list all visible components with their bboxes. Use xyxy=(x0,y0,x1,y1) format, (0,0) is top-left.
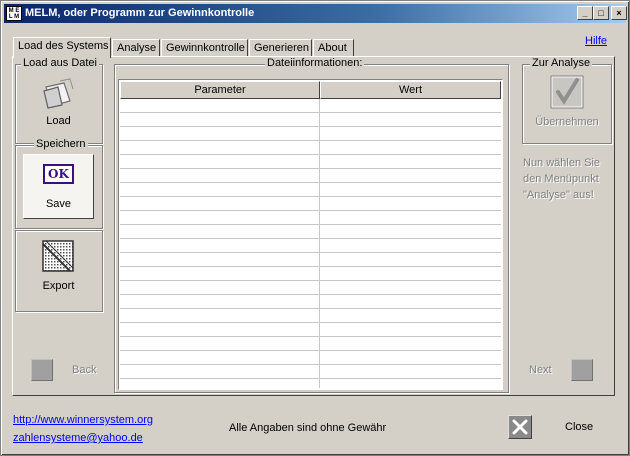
minimize-button[interactable]: _ xyxy=(577,6,593,20)
ok-icon: OK xyxy=(43,164,74,184)
save-button-label: Save xyxy=(45,198,72,210)
column-header-parameter[interactable]: Parameter xyxy=(120,81,320,99)
disclaimer-text: Alle Angaben sind ohne Gewähr xyxy=(229,422,387,434)
checkmark-icon xyxy=(550,75,584,109)
email-link[interactable]: zahlensysteme@yahoo.de xyxy=(13,432,143,444)
tab-about[interactable]: About xyxy=(313,39,354,57)
tab-generieren[interactable]: Generieren xyxy=(249,39,312,57)
close-x-icon[interactable] xyxy=(508,415,532,439)
open-file-icon xyxy=(43,78,74,109)
app-icon-line-2: L M xyxy=(8,14,20,20)
file-info-group-label: Dateiinformationen: xyxy=(265,57,365,69)
save-button[interactable]: OK Save xyxy=(23,154,94,219)
table-column-divider xyxy=(319,99,320,388)
column-header-wert[interactable]: Wert xyxy=(320,81,501,99)
export-button-label: Export xyxy=(42,280,75,292)
website-link[interactable]: http://www.winnersystem.org xyxy=(13,414,153,426)
load-button[interactable]: Load xyxy=(23,73,94,135)
window-title: MELM, oder Programm zur Gewinnkontrolle xyxy=(25,7,255,19)
ubernehmen-button-label: Übernehmen xyxy=(535,116,599,128)
zur-analyse-group-label: Zur Analyse xyxy=(530,57,593,69)
file-info-table[interactable]: Parameter Wert xyxy=(118,79,503,390)
tab-gewinnkontrolle[interactable]: Gewinnkontrolle xyxy=(161,39,248,57)
tab-analyse[interactable]: Analyse xyxy=(112,39,160,57)
main-window: M E L M MELM, oder Programm zur Gewinnko… xyxy=(0,0,630,456)
tab-load-des-systems[interactable]: Load des Systems xyxy=(13,37,111,58)
maximize-button[interactable]: □ xyxy=(593,6,609,20)
help-link[interactable]: Hilfe xyxy=(585,35,607,47)
export-grid-icon xyxy=(42,240,74,272)
next-label[interactable]: Next xyxy=(529,364,552,376)
close-window-button[interactable]: × xyxy=(611,6,627,20)
hint-text: Nun wählen Sie den Menüpunkt "Analyse" a… xyxy=(523,157,601,201)
export-button[interactable]: Export xyxy=(23,237,94,299)
ubernehmen-button[interactable]: Übernehmen xyxy=(528,72,606,136)
load-button-label: Load xyxy=(46,115,71,127)
table-header: Parameter Wert xyxy=(120,81,501,99)
table-rows xyxy=(120,99,501,388)
next-arrow-icon[interactable] xyxy=(571,359,593,381)
save-group-label: Speichern xyxy=(34,138,88,150)
close-x-glyph xyxy=(512,419,528,435)
title-bar[interactable]: M E L M MELM, oder Programm zur Gewinnko… xyxy=(4,4,627,23)
back-label[interactable]: Back xyxy=(72,364,96,376)
close-button-label[interactable]: Close xyxy=(565,421,593,433)
back-arrow-icon[interactable] xyxy=(31,359,53,381)
load-group-label: Load aus Datei xyxy=(21,57,99,69)
melm-app-icon[interactable]: M E L M xyxy=(6,6,22,21)
